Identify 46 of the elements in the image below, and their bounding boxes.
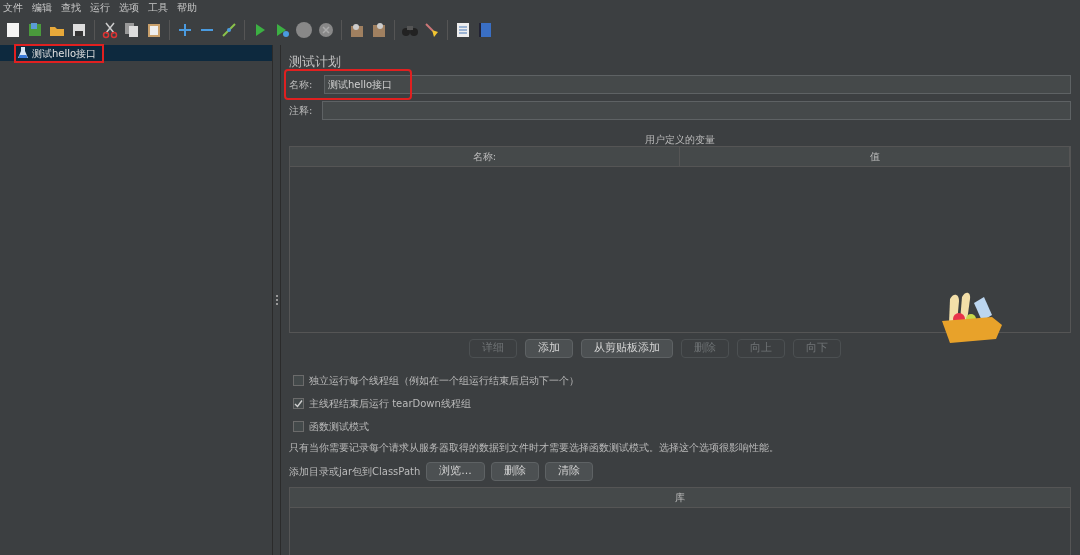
menu-item[interactable]: 选项 [119,0,139,15]
split-handle-icon[interactable] [275,295,278,305]
action-button[interactable]: 从剪贴板添加 [581,338,673,358]
name-field[interactable]: 测试hello接口 [324,75,1071,94]
action-button[interactable]: 添加 [525,338,573,358]
option-label: 主线程结束后运行 tearDown线程组 [309,396,471,411]
broom-icon[interactable] [423,21,441,39]
note-text: 只有当你需要记录每个请求从服务器取得的数据到文件时才需要选择函数测试模式。选择这个选项很影响性能。 [289,440,780,455]
option-label: 独立运行每个线程组（例如在一个组运行结束后启动下一个） [309,373,579,388]
cut-icon[interactable] [101,21,119,39]
menu-item[interactable]: 文件 [3,0,23,15]
menu-item[interactable]: 查找 [61,0,81,15]
option-label: 函数测试模式 [309,419,369,434]
column-header[interactable]: 名称: [290,146,680,166]
menu-item[interactable]: 帮助 [177,0,197,15]
new-file-icon[interactable] [4,21,22,39]
comment-field[interactable] [322,101,1071,120]
tree-label: 测试hello接口 [32,46,97,61]
panel-title: 测试计划 [289,53,342,71]
plus-icon[interactable] [176,21,194,39]
classpath-label: 添加目录或jar包到ClassPath [289,464,421,479]
menu-item[interactable]: 运行 [90,0,110,15]
list-icon[interactable] [454,21,472,39]
field-label: 名称: [289,78,314,92]
flask-icon [18,47,28,59]
menu-item[interactable]: 编辑 [32,0,52,15]
paste-icon[interactable] [145,21,163,39]
save-icon[interactable] [70,21,88,39]
check-icon [294,398,303,408]
tree-item[interactable]: 测试hello接口 [0,45,272,61]
field-label: 注释: [289,104,314,118]
action-button[interactable]: 删除 [490,461,539,481]
shutdown-icon[interactable] [317,21,335,39]
checkbox[interactable] [293,374,304,386]
stop-icon[interactable] [295,21,313,39]
template-icon[interactable] [26,21,44,39]
action-button[interactable]: 浏览... [426,461,485,481]
menu-item[interactable]: 工具 [148,0,168,15]
column-header[interactable]: 值 [680,146,1070,166]
checkbox[interactable] [293,397,304,409]
checkbox[interactable] [293,420,304,432]
column-header[interactable]: 库 [290,487,1070,507]
toggle-icon[interactable] [220,21,238,39]
action-button[interactable]: 清除 [544,461,593,481]
copy-icon[interactable] [123,21,141,39]
table-title: 用户定义的变量 [644,132,716,146]
